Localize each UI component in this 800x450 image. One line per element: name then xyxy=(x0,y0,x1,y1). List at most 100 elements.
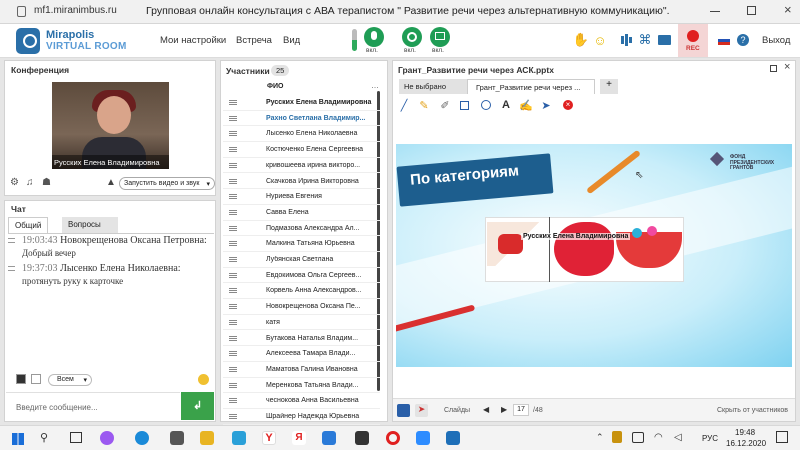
browser-url[interactable]: mf1.miranimbus.ru xyxy=(34,5,117,16)
search-icon[interactable]: ⚲ xyxy=(40,431,48,444)
clock-time[interactable]: 19:48 xyxy=(735,428,755,437)
devices-icon[interactable]: ⚙ xyxy=(10,177,19,188)
drag-handle-icon[interactable] xyxy=(229,335,237,341)
hide-from-participants-button[interactable]: Скрыть от участников xyxy=(717,407,788,414)
drag-handle-icon[interactable] xyxy=(229,382,237,388)
close-panel-icon[interactable]: × xyxy=(784,61,790,73)
notifications-icon[interactable] xyxy=(776,431,788,443)
participant-row[interactable]: Рахно Светлана Владимир... xyxy=(223,111,380,127)
ellipse-tool-icon[interactable] xyxy=(480,99,492,111)
emoji-icon[interactable] xyxy=(198,374,209,385)
participant-row[interactable]: Меренкова Татьяна Влади... xyxy=(223,378,380,394)
drag-handle-icon[interactable] xyxy=(229,100,237,105)
slides-label[interactable]: Слайды xyxy=(444,407,470,414)
participant-row[interactable]: Лысенко Елена Николаевна xyxy=(223,126,380,143)
participant-row[interactable]: катя xyxy=(223,315,380,331)
highlighter-tool-icon[interactable]: ✍ xyxy=(519,99,533,112)
network-icon[interactable]: ◠ xyxy=(654,432,663,443)
help-icon[interactable]: ? xyxy=(737,34,749,46)
drag-handle-icon[interactable] xyxy=(229,194,237,200)
card-red-fish[interactable] xyxy=(554,222,614,276)
participant-row[interactable]: Евдокимова Ольга Сергеев... xyxy=(223,268,380,284)
participant-video[interactable]: Русских Елена Владимировна xyxy=(52,82,169,169)
chat-tab-questions[interactable]: Вопросы xyxy=(62,217,118,233)
battery-icon[interactable] xyxy=(632,432,644,443)
tray-chevron-icon[interactable]: ⌃ xyxy=(596,432,604,443)
yandex-browser-icon[interactable]: Y xyxy=(262,431,276,445)
drag-handle-icon[interactable] xyxy=(229,209,237,215)
send-button[interactable]: ↲ xyxy=(181,392,214,420)
tab-not-selected[interactable]: Не выбрано xyxy=(399,79,467,94)
drag-handle-icon[interactable] xyxy=(229,414,237,419)
poll-chart-icon[interactable] xyxy=(618,32,634,48)
pencil-tool-icon[interactable]: ✎ xyxy=(418,99,430,112)
drag-handle-icon[interactable] xyxy=(229,398,237,404)
tab-presentation-file[interactable]: Грант_Развитие речи через ... xyxy=(467,79,595,94)
volume-icon[interactable]: ◁ xyxy=(674,432,682,443)
store-app-icon[interactable] xyxy=(170,431,184,445)
opera-icon[interactable] xyxy=(386,431,400,445)
language-indicator[interactable]: РУС xyxy=(702,434,718,443)
photos-app-icon[interactable] xyxy=(446,431,460,445)
task-view-icon[interactable] xyxy=(70,432,82,443)
drag-handle-icon[interactable] xyxy=(229,241,237,247)
participant-row[interactable]: Шрайнер Надежда Юрьевна xyxy=(223,409,380,425)
pen-tool-icon[interactable]: ╱ xyxy=(398,99,410,112)
maximize-icon[interactable] xyxy=(770,65,777,72)
pointer-tool-icon[interactable]: ➤ xyxy=(540,99,552,112)
message-menu-icon[interactable] xyxy=(8,238,15,243)
participant-row[interactable]: кривошеева ирина викторо... xyxy=(223,158,380,174)
participant-row[interactable]: Малкина Татьяна Юрьевна xyxy=(223,236,380,252)
speakers-icon[interactable]: ♫ xyxy=(26,177,34,188)
text-tool-icon[interactable]: A xyxy=(500,99,512,111)
participant-row[interactable]: Лубянская Светлана xyxy=(223,252,380,268)
drag-handle-icon[interactable] xyxy=(229,162,237,168)
participant-row[interactable]: Скачкова Ирина Викторовна xyxy=(223,174,380,190)
next-slide-icon[interactable]: ▶ xyxy=(501,405,507,414)
participant-row[interactable]: Маматова Галина Ивановна xyxy=(223,362,380,378)
l-app-icon[interactable] xyxy=(232,431,246,445)
slide-number-input[interactable]: 17 xyxy=(513,404,529,416)
drag-handle-icon[interactable] xyxy=(229,257,237,262)
folder-icon[interactable] xyxy=(656,32,672,48)
background-color-picker[interactable] xyxy=(31,374,41,384)
menu-my-settings[interactable]: Мои настройки xyxy=(160,35,226,46)
chat-input[interactable]: Введите сообщение... xyxy=(6,392,180,420)
clock-date[interactable]: 16.12.2020 xyxy=(726,439,766,448)
file-explorer-icon[interactable] xyxy=(200,431,214,445)
draw-mode-icon[interactable] xyxy=(397,404,410,417)
app-icon[interactable] xyxy=(355,431,369,445)
screen-share-button[interactable] xyxy=(430,27,450,47)
drag-handle-icon[interactable] xyxy=(229,225,237,231)
rectangle-tool-icon[interactable] xyxy=(458,99,470,111)
drag-handle-icon[interactable] xyxy=(229,272,237,278)
text-color-picker[interactable] xyxy=(16,374,26,384)
camera-button[interactable] xyxy=(402,27,422,47)
participant-row[interactable]: чеснокова Анна Васильевна xyxy=(223,393,380,409)
marker-tool-icon[interactable]: ✐ xyxy=(439,99,451,112)
drag-handle-icon[interactable] xyxy=(229,147,237,153)
participant-row[interactable]: Савва Елена xyxy=(223,205,380,221)
raise-hand-icon[interactable]: ✋ xyxy=(573,32,589,48)
participant-row[interactable]: Подмазова Александра Ал... xyxy=(223,221,380,237)
drag-handle-icon[interactable] xyxy=(229,366,237,372)
recipient-select[interactable]: Всем ▾ xyxy=(48,374,92,386)
restore-icon[interactable] xyxy=(747,6,756,15)
participant-row[interactable]: Алексеева Тамара Влади... xyxy=(223,346,380,362)
menu-view[interactable]: Вид xyxy=(283,35,300,46)
drag-handle-icon[interactable] xyxy=(229,351,237,357)
clear-tool-icon[interactable]: × xyxy=(562,99,574,111)
microphone-button[interactable] xyxy=(364,27,384,47)
edge-app-icon[interactable] xyxy=(135,431,149,445)
alice-app-icon[interactable] xyxy=(100,431,114,445)
participant-row[interactable]: Костюченко Елена Сергеевна xyxy=(223,142,380,158)
column-header-name[interactable]: ФИО xyxy=(267,83,283,90)
drag-handle-icon[interactable] xyxy=(229,304,237,310)
chat-tab-general[interactable]: Общий xyxy=(8,217,49,233)
start-video-select[interactable]: Запустить видео и звук ▾ xyxy=(119,177,215,190)
hierarchy-icon[interactable]: ⌘ xyxy=(637,32,653,48)
drag-handle-icon[interactable] xyxy=(229,131,237,137)
message-menu-icon[interactable] xyxy=(8,266,15,271)
pointer-mode-icon[interactable]: ➤ xyxy=(415,404,428,417)
yandex-icon[interactable]: Я xyxy=(292,431,306,445)
